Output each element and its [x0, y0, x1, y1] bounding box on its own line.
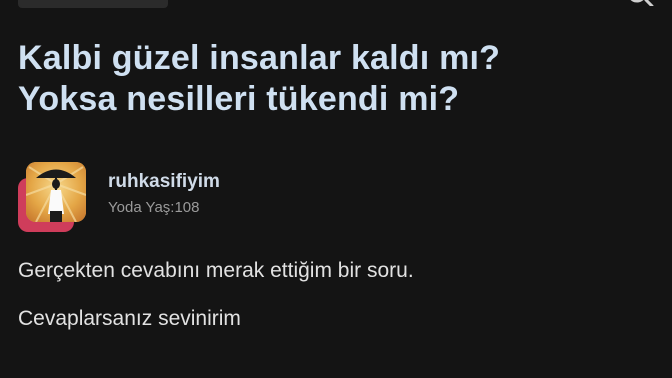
- top-tab-chip[interactable]: [18, 0, 168, 8]
- post-title-line-2: Yoksa nesilleri tükendi mi?: [18, 80, 460, 118]
- post-title-line-1: Kalbi güzel insanlar kaldı mı?: [18, 39, 501, 77]
- post-body-paragraph-2: Cevaplarsanız sevinirim: [18, 307, 241, 330]
- post-title: Kalbi güzel insanlar kaldı mı? Yoksa nes…: [18, 38, 654, 120]
- post-body: Gerçekten cevabını merak ettiğim bir sor…: [18, 258, 654, 332]
- author-name[interactable]: ruhkasifiyim: [108, 170, 220, 194]
- author-meta: Yoda Yaş:108: [108, 199, 200, 216]
- search-icon[interactable]: [626, 0, 654, 8]
- avatar[interactable]: [26, 162, 86, 222]
- avatar-wrap[interactable]: [18, 162, 90, 234]
- post-body-paragraph-1: Gerçekten cevabını merak ettiğim bir sor…: [18, 259, 414, 282]
- author-block[interactable]: ruhkasifiyim Yoda Yaş:108: [18, 162, 418, 234]
